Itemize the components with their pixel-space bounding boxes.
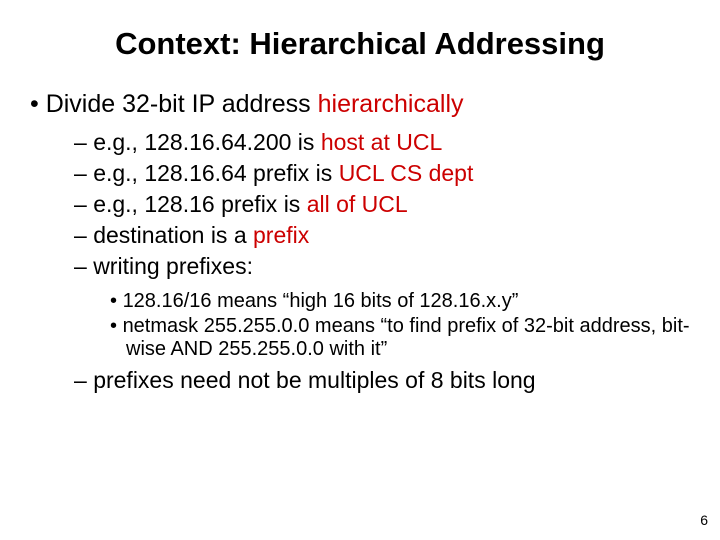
b2-pre: e.g., 128.16.64 prefix is	[93, 160, 339, 186]
bullet-level2: e.g., 128.16.64.200 is host at UCL	[74, 129, 690, 156]
b2-pre: e.g., 128.16.64.200 is	[93, 129, 321, 155]
bullet1-text: Divide 32-bit IP address	[46, 90, 318, 118]
bullet-level3: netmask 255.255.0.0 means “to find prefi…	[110, 315, 690, 361]
slide: Context: Hierarchical Addressing Divide …	[0, 0, 720, 540]
bullet-level3: 128.16/16 means “high 16 bits of 128.16.…	[110, 290, 690, 313]
b2-pre: e.g., 128.16 prefix is	[93, 191, 307, 217]
bullet-level2: e.g., 128.16.64 prefix is UCL CS dept	[74, 160, 690, 187]
b2-hl: UCL CS dept	[339, 160, 474, 186]
bullet-level2: prefixes need not be multiples of 8 bits…	[74, 367, 690, 394]
b2-pre: destination is a	[93, 222, 253, 248]
bullet-level2: e.g., 128.16 prefix is all of UCL	[74, 191, 690, 218]
b2-pre: writing prefixes:	[93, 253, 253, 279]
bullet-level1: Divide 32-bit IP address hierarchically	[30, 90, 690, 119]
page-number: 6	[700, 512, 708, 528]
b2-last: prefixes need not be multiples of 8 bits…	[93, 367, 535, 393]
b2-hl: all of UCL	[307, 191, 408, 217]
bullet1-highlight: hierarchically	[318, 90, 464, 118]
b2-hl: prefix	[253, 222, 309, 248]
bullet-level2: destination is a prefix	[74, 222, 690, 249]
b2-hl: host at UCL	[321, 129, 442, 155]
slide-title: Context: Hierarchical Addressing	[30, 26, 690, 62]
bullet-level2: writing prefixes:	[74, 253, 690, 280]
